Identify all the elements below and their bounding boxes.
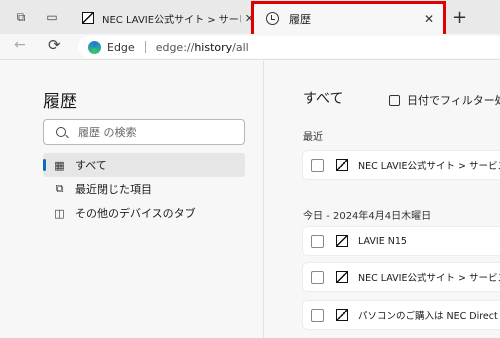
calendar-icon — [389, 94, 400, 106]
entry-title: LAVIE N15 — [358, 235, 407, 247]
entry-title: パソコンのご購入は NEC Direct ｜NEC — [358, 311, 500, 322]
main-title: すべて — [303, 91, 344, 107]
date-filter-button[interactable]: 日付でフィルター処理 — [389, 92, 500, 108]
history-icon — [266, 12, 279, 25]
site-favicon-icon — [336, 159, 348, 171]
site-favicon-icon — [82, 12, 94, 24]
edge-logo-icon — [88, 40, 101, 54]
history-entry[interactable]: NEC LAVIE公式サイト > サービス＆サポート — [303, 151, 500, 179]
history-entry[interactable]: パソコンのご購入は NEC Direct ｜NEC — [303, 301, 500, 329]
sidebar-item-all[interactable]: ▦ すべて — [43, 153, 245, 177]
site-favicon-icon — [336, 309, 348, 321]
entry-checkbox[interactable] — [311, 270, 324, 284]
workspaces-icon[interactable]: ⧉ — [13, 9, 29, 25]
toolbar: ← ⟳ Edge edge://history/all — [0, 34, 500, 60]
entry-checkbox[interactable] — [311, 234, 324, 248]
site-favicon-icon — [336, 271, 348, 283]
history-entry[interactable]: NEC LAVIE公式サイト > サービス＆サポート — [303, 263, 500, 291]
sidebar-item-recently-closed[interactable]: ⧉ 最近閉じた項目 — [43, 177, 245, 201]
sidebar-item-label: 最近閉じた項目 — [75, 183, 152, 196]
new-tab-button[interactable]: + — [452, 7, 467, 28]
history-search-input[interactable]: 履歴 の検索 — [43, 119, 245, 145]
entry-title: NEC LAVIE公式サイト > サービス＆サポート — [358, 273, 500, 284]
tab-title: 履歴 — [289, 12, 311, 26]
devices-icon: ◫ — [54, 206, 65, 220]
entry-checkbox[interactable] — [311, 158, 324, 172]
grid-icon: ▦ — [54, 158, 65, 172]
address-separator — [144, 41, 146, 53]
back-button[interactable]: ← — [14, 37, 26, 53]
entry-title: NEC LAVIE公式サイト > サービス＆サポート — [358, 161, 500, 172]
history-sidebar: 履歴 履歴 の検索 ▦ すべて ⧉ 最近閉じた項目 ◫ その他のデバイスのタブ — [0, 61, 264, 338]
entry-checkbox[interactable] — [311, 308, 324, 322]
tab-close-icon[interactable]: ✕ — [424, 12, 434, 26]
page-title: 履歴 — [43, 92, 77, 112]
sidebar-item-other-devices[interactable]: ◫ その他のデバイスのタブ — [43, 201, 245, 225]
site-favicon-icon — [336, 235, 348, 247]
refresh-button[interactable]: ⟳ — [48, 36, 61, 54]
search-placeholder: 履歴 の検索 — [78, 126, 137, 139]
tab-close-icon[interactable]: ✕ — [245, 12, 254, 25]
recently-closed-icon: ⧉ — [55, 182, 64, 195]
search-icon — [56, 127, 66, 137]
sidebar-item-label: すべて — [75, 159, 107, 172]
date-filter-label: 日付でフィルター処理 — [407, 94, 500, 107]
tab-title: NEC LAVIE公式サイト > サービス＆サポート — [102, 14, 241, 26]
section-label: 最近 — [303, 132, 323, 143]
history-main: すべて 日付でフィルター処理 最近 NEC LAVIE公式サイト > サービス＆… — [265, 61, 500, 338]
address-brand: Edge — [107, 40, 135, 54]
history-entry[interactable]: LAVIE N15 — [303, 227, 500, 255]
tab-nec-lavie[interactable]: NEC LAVIE公式サイト > サービス＆サポート ✕ — [74, 6, 254, 30]
address-bar[interactable]: Edge edge://history/all — [78, 36, 500, 58]
tab-actions-icon[interactable]: ▭ — [44, 9, 60, 25]
sidebar-item-label: その他のデバイスのタブ — [75, 207, 196, 220]
tab-strip: ⧉ ▭ NEC LAVIE公式サイト > サービス＆サポート ✕ 履歴 ✕ + — [0, 0, 500, 37]
tab-history[interactable]: 履歴 ✕ — [254, 3, 444, 34]
address-url: edge://history/all — [155, 40, 249, 54]
section-label: 今日 - 2024年4月4日木曜日 — [303, 211, 432, 222]
